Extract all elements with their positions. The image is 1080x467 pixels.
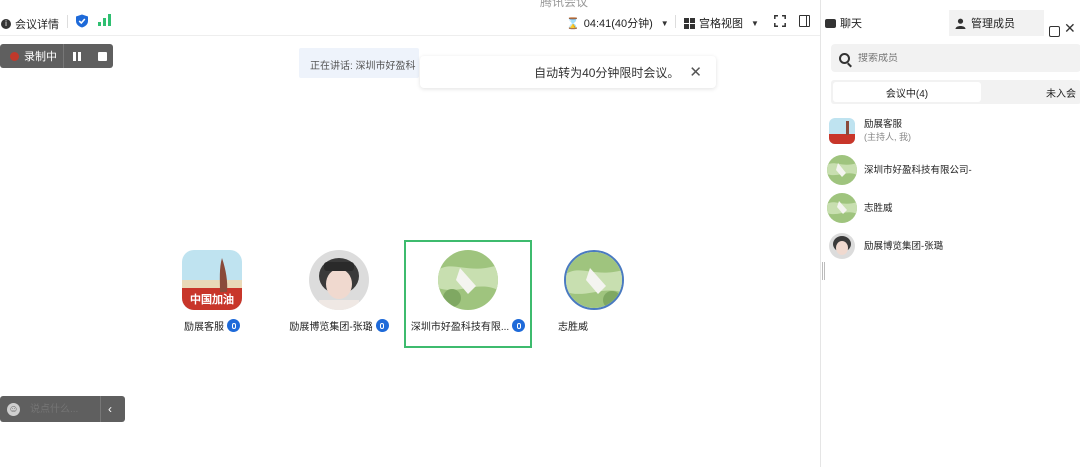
- avatar: [309, 250, 369, 310]
- participant-tile[interactable]: 励展博览集团-张璐: [275, 240, 403, 348]
- member-name: 志胜威: [864, 202, 893, 214]
- close-panel-icon[interactable]: ✕: [1064, 20, 1076, 37]
- timer-text: 04:41(40分钟): [583, 18, 653, 30]
- search-icon: [839, 52, 850, 64]
- shield-icon[interactable]: [75, 14, 89, 28]
- divider: [675, 15, 676, 28]
- mic-icon: [512, 319, 526, 332]
- view-mode-dropdown[interactable]: 宫格视图 ▼: [684, 15, 759, 31]
- member-item[interactable]: 志胜威: [827, 191, 1077, 225]
- avatar-badge-text: 中国加油: [190, 292, 234, 306]
- chevron-left-icon[interactable]: ‹: [108, 402, 112, 416]
- member-item[interactable]: 励展客服 (主持人, 我): [827, 114, 1077, 148]
- chevron-down-icon: ▼: [660, 18, 669, 28]
- member-filter: 会议中(4) 未入会: [831, 80, 1080, 104]
- mic-icon: [375, 319, 389, 332]
- avatar: [438, 250, 498, 310]
- participant-tile-active-speaker[interactable]: 深圳市好盈科技有限...: [404, 240, 532, 348]
- tab-chat-label: 聊天: [840, 18, 862, 30]
- member-search-input[interactable]: [858, 52, 1038, 64]
- participant-tile[interactable]: 志胜威: [530, 240, 658, 348]
- member-name: 励展博览集团-张璐: [864, 240, 944, 252]
- top-bar: 腾讯会议 i 会议详情 ⌛ 04:41(40分钟) ▼ 宫格视图 ▼: [0, 0, 820, 36]
- tab-members-label: 管理成员: [971, 18, 1015, 30]
- avatar: 中国加油: [182, 250, 242, 310]
- speaking-indicator: 正在讲话: 深圳市好盈科: [299, 48, 419, 78]
- info-icon: i: [1, 19, 11, 29]
- meeting-timer[interactable]: ⌛ 04:41(40分钟) ▼: [566, 15, 669, 31]
- tab-members[interactable]: 管理成员: [949, 10, 1044, 36]
- recording-label: 录制中: [24, 51, 57, 63]
- member-item[interactable]: 励展博览集团-张璐: [827, 229, 1077, 263]
- chat-input[interactable]: [30, 400, 94, 418]
- chat-icon: [825, 18, 836, 28]
- meeting-info-label: 会议详情: [15, 19, 59, 31]
- recording-control: 录制中: [0, 44, 113, 68]
- notice-text: 自动转为40分钟限时会议。: [534, 65, 680, 80]
- person-icon: [955, 18, 966, 29]
- avatar: [564, 250, 624, 310]
- avatar: [829, 233, 855, 259]
- window-title: 腾讯会议: [540, 0, 589, 9]
- avatar: [829, 118, 855, 144]
- member-item[interactable]: 深圳市好盈科技有限公司-: [827, 153, 1077, 187]
- member-role: (主持人, 我): [864, 132, 911, 142]
- participant-tile[interactable]: 中国加油 励展客服: [148, 240, 276, 348]
- members-panel: 聊天 管理成员 ✕ 会议中(4) 未入会 励展客服 (主持人,: [820, 0, 1080, 467]
- signal-icon[interactable]: [98, 14, 112, 26]
- participant-name: 励展客服: [184, 322, 224, 333]
- close-icon[interactable]: ✕: [689, 65, 702, 80]
- avatar: [827, 155, 857, 185]
- member-name: 深圳市好盈科技有限公司-: [864, 164, 972, 176]
- tab-chat[interactable]: 聊天: [825, 10, 862, 36]
- resize-handle[interactable]: [822, 262, 825, 280]
- tab-not-joined[interactable]: 未入会: [1031, 82, 1080, 102]
- side-panel-icon[interactable]: [799, 15, 810, 27]
- meeting-info-button[interactable]: i 会议详情: [1, 16, 59, 32]
- record-dot-icon: [10, 51, 19, 61]
- participant-name: 励展博览集团-张璐: [289, 322, 373, 333]
- stop-recording-button[interactable]: [98, 51, 107, 61]
- tab-in-meeting[interactable]: 会议中(4): [833, 82, 981, 102]
- member-name: 励展客服: [864, 119, 903, 130]
- divider: [67, 15, 68, 28]
- panel-tabs: 聊天 管理成员 ✕: [821, 10, 1080, 37]
- divider: [63, 44, 64, 68]
- time-limit-notice: 自动转为40分钟限时会议。 ✕: [420, 56, 716, 88]
- participant-name: 深圳市好盈科技有限...: [410, 322, 510, 333]
- chat-input-bar: ☺ ‹: [0, 396, 125, 422]
- fullscreen-icon[interactable]: [774, 15, 786, 27]
- divider: [100, 396, 101, 422]
- view-mode-label: 宫格视图: [699, 18, 743, 30]
- avatar: [827, 193, 857, 223]
- grid-icon: [684, 17, 695, 29]
- chevron-down-icon: ▼: [751, 18, 759, 28]
- emoji-icon[interactable]: ☺: [7, 402, 20, 416]
- hourglass-icon: ⌛: [566, 17, 580, 30]
- member-search: [831, 44, 1080, 72]
- popout-icon[interactable]: [1049, 26, 1060, 37]
- pause-recording-button[interactable]: [73, 51, 81, 61]
- participant-name: 志胜威: [558, 322, 588, 333]
- mic-icon: [227, 319, 240, 332]
